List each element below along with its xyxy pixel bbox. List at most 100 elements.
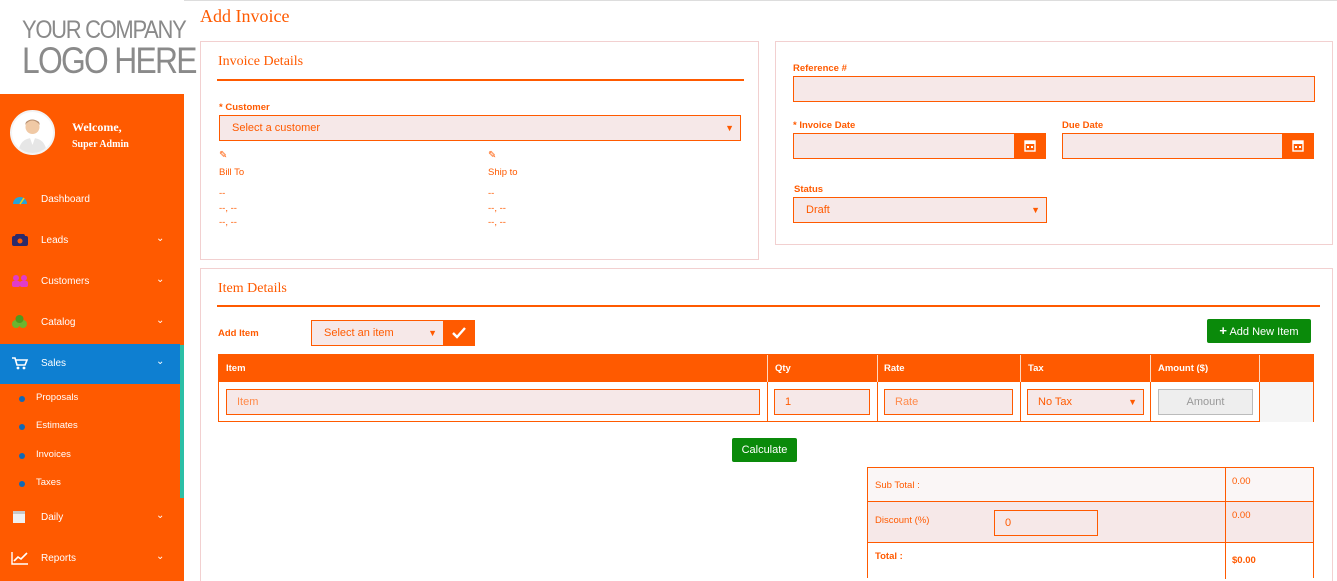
caret-down-icon: ▼ — [428, 328, 437, 338]
subtotal-label: Sub Total : — [875, 480, 920, 491]
column-divider — [767, 382, 768, 422]
dashboard-icon — [13, 197, 27, 205]
edit-bill-to-icon[interactable]: ✎ — [219, 150, 227, 161]
invoice-date-input[interactable] — [793, 133, 1015, 159]
bullet-icon — [19, 453, 25, 459]
calendar-icon — [13, 511, 25, 523]
calendar-icon — [1024, 140, 1036, 152]
chevron-down-icon: ⌄ — [156, 315, 165, 326]
sidebar-subitem-label: Taxes — [36, 477, 61, 488]
sidebar-item-daily[interactable]: Daily ⌄ — [0, 498, 184, 538]
due-date-calendar-button[interactable] — [1282, 133, 1314, 159]
sidebar-item-label: Customers — [41, 276, 90, 287]
bullet-icon — [19, 396, 25, 402]
discount-value: 0.00 — [1232, 510, 1251, 521]
logo-line-2: LOGO HERE — [22, 40, 197, 81]
bill-to-label: Bill To — [219, 167, 245, 178]
sidebar: YOUR COMPANY LOGO HERE Welcome, Super Ad… — [0, 0, 197, 581]
invoice-date-calendar-button[interactable] — [1014, 133, 1046, 159]
qty-input[interactable]: 1 — [774, 389, 870, 415]
subtotal-value: 0.00 — [1232, 476, 1251, 487]
calculate-label: Calculate — [741, 444, 788, 456]
column-header-qty: Qty — [775, 363, 791, 374]
ship-to-label: Ship to — [488, 167, 518, 178]
plus-icon: + — [1219, 323, 1228, 338]
column-divider — [1020, 382, 1021, 422]
reference-input[interactable] — [793, 76, 1315, 102]
active-indicator — [180, 345, 184, 498]
invoice-details-panel: Invoice Details * Customer Select a cust… — [200, 41, 759, 260]
due-date-input[interactable] — [1062, 133, 1284, 159]
select-item-dropdown[interactable]: Select an item ▼ — [311, 320, 444, 346]
users-icon — [12, 275, 28, 287]
column-divider — [1259, 355, 1260, 382]
subtotal-row: Sub Total : 0.00 — [868, 468, 1313, 502]
caret-down-icon: ▼ — [1031, 205, 1040, 215]
items-table: Item Qty Rate Tax Amount ($) Item 1 Rate… — [218, 354, 1314, 422]
sidebar-item-catalog[interactable]: Catalog ⌄ — [0, 303, 184, 343]
company-logo[interactable]: YOUR COMPANY LOGO HERE — [0, 0, 197, 94]
sidebar-item-sales[interactable]: Sales ⌄ — [0, 344, 180, 384]
bill-to-line-2: --, -- — [219, 203, 237, 214]
amount-field: Amount — [1158, 389, 1253, 415]
chevron-down-icon: ⌄ — [156, 510, 165, 521]
status-select-value: Draft — [806, 204, 830, 216]
cart-icon — [12, 357, 29, 370]
tax-select-value: No Tax — [1038, 396, 1073, 408]
phone-icon — [12, 234, 28, 246]
caret-down-icon: ▼ — [1128, 397, 1137, 407]
chart-line-icon — [11, 552, 28, 565]
item-name-input[interactable]: Item — [226, 389, 760, 415]
discount-input[interactable]: 0 — [994, 510, 1098, 536]
user-profile: Welcome, Super Admin — [0, 94, 184, 174]
page-title: Add Invoice — [200, 6, 290, 26]
confirm-add-item-button[interactable] — [443, 320, 475, 346]
total-value: $0.00 — [1232, 555, 1256, 566]
avatar[interactable] — [10, 110, 55, 155]
total-row: Total : $0.00 — [868, 543, 1313, 578]
discount-row: Discount (%) 0 0.00 — [868, 502, 1313, 543]
sidebar-item-label: Sales — [41, 358, 67, 369]
sidebar-subitem-estimates[interactable]: Estimates — [0, 413, 180, 441]
sidebar-subitem-label: Proposals — [36, 392, 79, 403]
ship-to-line-2: --, -- — [488, 203, 506, 214]
bullet-icon — [19, 424, 25, 430]
sidebar-item-label: Leads — [41, 235, 69, 246]
add-new-item-button[interactable]: + Add New Item — [1207, 319, 1311, 343]
sidebar-subitem-taxes[interactable]: Taxes — [0, 470, 180, 498]
sidebar-subitem-invoices[interactable]: Invoices — [0, 442, 180, 470]
sidebar-item-label: Catalog — [41, 317, 76, 328]
customer-select[interactable]: Select a customer ▼ — [219, 115, 741, 141]
sidebar-item-customers[interactable]: Customers ⌄ — [0, 262, 184, 302]
column-divider — [1225, 468, 1226, 579]
sidebar-item-label: Daily — [41, 512, 64, 523]
sidebar-item-label: Dashboard — [41, 194, 90, 205]
sidebar-subitem-proposals[interactable]: Proposals — [0, 385, 180, 413]
column-header-item: Item — [226, 363, 246, 374]
status-select[interactable]: Draft ▼ — [793, 197, 1047, 223]
totals-table: Sub Total : 0.00 Discount (%) 0 0.00 Tot… — [867, 467, 1314, 579]
welcome-text: Welcome, — [72, 120, 122, 134]
ship-to-line-3: --, -- — [488, 217, 506, 228]
column-divider — [767, 355, 768, 382]
check-icon — [452, 327, 466, 339]
amount-placeholder: Amount — [1186, 396, 1225, 408]
sidebar-item-reports[interactable]: Reports ⌄ — [0, 539, 184, 579]
edit-ship-to-icon[interactable]: ✎ — [488, 150, 496, 161]
top-border — [184, 0, 1337, 1]
bill-to-line-1: -- — [219, 188, 226, 199]
tax-select[interactable]: No Tax ▼ — [1027, 389, 1144, 415]
sidebar-item-leads[interactable]: Leads ⌄ — [0, 221, 184, 261]
calculate-button[interactable]: Calculate — [732, 438, 797, 462]
column-divider — [877, 355, 878, 382]
table-header: Item Qty Rate Tax Amount ($) — [219, 355, 1313, 382]
item-name-placeholder: Item — [237, 396, 259, 408]
rate-input[interactable]: Rate — [884, 389, 1013, 415]
sidebar-item-dashboard[interactable]: Dashboard — [0, 180, 184, 220]
rate-placeholder: Rate — [895, 396, 919, 408]
column-divider — [1020, 355, 1021, 382]
status-label: Status — [794, 184, 824, 195]
select-item-value: Select an item — [324, 327, 394, 339]
invoice-meta-panel: Reference # * Invoice Date Due Date Stat… — [775, 41, 1333, 245]
column-header-rate: Rate — [884, 363, 905, 374]
